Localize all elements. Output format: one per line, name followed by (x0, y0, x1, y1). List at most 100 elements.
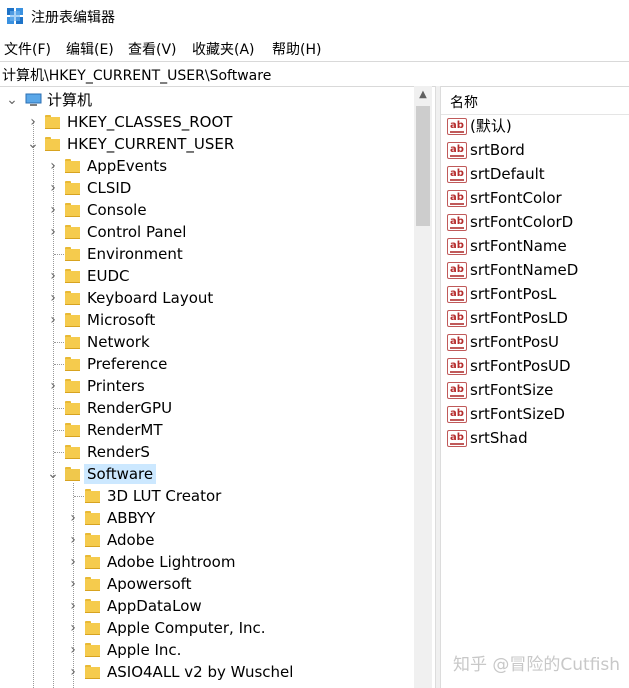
column-header-name[interactable]: 名称 (450, 92, 478, 112)
header-divider (441, 114, 629, 115)
menu-bar: 文件(F) 编辑(E) 查看(V) 收藏夹(A) 帮助(H) (0, 36, 629, 60)
string-value-icon: ab (447, 262, 467, 279)
value-name: srtFontSize (470, 381, 554, 399)
tree-guide-line (54, 430, 64, 431)
folder-icon (65, 423, 80, 437)
tree-node-label: Software (84, 464, 157, 484)
string-value-icon: ab (447, 190, 467, 207)
expand-chevron-icon[interactable]: › (45, 375, 61, 397)
value-name: srtFontNameD (470, 261, 579, 279)
tree-node-label: CLSID (87, 179, 132, 197)
value-name: srtFontPosL (470, 285, 557, 303)
tree-node-label: RenderGPU (87, 399, 173, 417)
menu-help[interactable]: 帮助(H) (272, 39, 321, 59)
scrollbar-thumb[interactable] (416, 106, 430, 226)
tree-guide-line (54, 364, 64, 365)
folder-icon (65, 159, 80, 173)
window-title: 注册表编辑器 (31, 10, 115, 26)
expand-chevron-icon[interactable]: › (45, 287, 61, 309)
expand-chevron-icon[interactable]: › (65, 661, 81, 683)
tree-guide-line (54, 452, 64, 453)
folder-icon (65, 357, 80, 371)
tree-node-label: ASIO4ALL v2 by Wuschel (107, 663, 294, 681)
address-bar[interactable]: 计算机\HKEY_CURRENT_USER\Software (0, 61, 629, 87)
values-list[interactable]: 名称 ab (默认) ab srtBord ab srtDefault ab srtFontC… (441, 86, 629, 688)
key-tree[interactable]: ⌄ 计算机 › HKEY_CLASSES_ROOT ⌄ HKEY_CURRENT… (0, 86, 435, 688)
string-value-icon-label: ab (450, 168, 464, 179)
string-value-icon-label: ab (450, 312, 464, 323)
tree-node-label: AppDataLow (107, 597, 202, 615)
string-value-icon-label: ab (450, 288, 464, 299)
collapse-chevron-icon[interactable]: ⌄ (45, 463, 61, 485)
string-value-icon-label: ab (450, 432, 464, 443)
expand-chevron-icon[interactable]: › (45, 177, 61, 199)
string-value-icon: ab (447, 430, 467, 447)
folder-icon (65, 445, 80, 459)
tree-node-label: Apple Computer, Inc. (107, 619, 266, 637)
folder-icon (85, 577, 100, 591)
folder-icon (65, 247, 80, 261)
tree-guide-line (33, 121, 34, 688)
string-value-icon-label: ab (450, 240, 464, 251)
expand-chevron-icon[interactable]: › (45, 221, 61, 243)
string-value-icon-label: ab (450, 384, 464, 395)
string-value-icon-label: ab (450, 192, 464, 203)
tree-node-label: Printers (87, 377, 145, 395)
string-value-icon-label: ab (450, 120, 464, 131)
expand-chevron-icon[interactable]: › (45, 309, 61, 331)
tree-node-label: Network (87, 333, 150, 351)
folder-icon (85, 511, 100, 525)
expand-chevron-icon[interactable]: › (65, 617, 81, 639)
expand-chevron-icon[interactable]: › (45, 155, 61, 177)
collapse-chevron-icon[interactable]: ⌄ (25, 133, 41, 155)
string-value-icon: ab (447, 214, 467, 231)
folder-icon (65, 467, 80, 481)
string-value-icon-label: ab (450, 216, 464, 227)
value-name: srtFontPosLD (470, 309, 568, 327)
tree-node-label: EUDC (87, 267, 130, 285)
menu-favorites[interactable]: 收藏夹(A) (192, 39, 255, 59)
expand-chevron-icon[interactable]: › (65, 551, 81, 573)
folder-icon (85, 555, 100, 569)
menu-file[interactable]: 文件(F) (4, 39, 51, 59)
tree-node-label: Console (87, 201, 147, 219)
value-name: srtDefault (470, 165, 545, 183)
string-value-icon: ab (447, 142, 467, 159)
string-value-icon: ab (447, 166, 467, 183)
tree-node-label: Adobe (107, 531, 155, 549)
registry-editor-icon (7, 8, 23, 24)
string-value-icon-label: ab (450, 360, 464, 371)
value-name: srtFontSizeD (470, 405, 565, 423)
menu-edit[interactable]: 编辑(E) (66, 39, 114, 59)
expand-chevron-icon[interactable]: › (65, 639, 81, 661)
expand-chevron-icon[interactable]: › (65, 573, 81, 595)
address-path[interactable]: 计算机\HKEY_CURRENT_USER\Software (2, 65, 271, 85)
scroll-up-arrow-icon[interactable]: ▲ (414, 86, 432, 104)
string-value-icon-label: ab (450, 264, 464, 275)
collapse-chevron-icon[interactable]: ⌄ (4, 89, 20, 111)
expand-chevron-icon[interactable]: › (65, 507, 81, 529)
value-name: srtFontPosU (470, 333, 560, 351)
string-value-icon: ab (447, 382, 467, 399)
expand-chevron-icon[interactable]: › (65, 595, 81, 617)
tree-node-label: Microsoft (87, 311, 156, 329)
tree-node-label: RenderMT (87, 421, 163, 439)
folder-icon (65, 225, 80, 239)
folder-icon (65, 269, 80, 283)
folder-icon (65, 379, 80, 393)
expand-chevron-icon[interactable]: › (65, 529, 81, 551)
folder-icon (45, 115, 60, 129)
string-value-icon: ab (447, 358, 467, 375)
folder-icon (85, 643, 100, 657)
menu-view[interactable]: 查看(V) (128, 39, 177, 59)
tree-node-label: Apple Inc. (107, 641, 182, 659)
string-value-icon: ab (447, 310, 467, 327)
tree-scrollbar[interactable]: ▲ (414, 86, 432, 688)
folder-icon (65, 313, 80, 327)
tree-guide-line (54, 342, 64, 343)
string-value-icon-label: ab (450, 336, 464, 347)
expand-chevron-icon[interactable]: › (45, 199, 61, 221)
string-value-icon: ab (447, 118, 467, 135)
expand-chevron-icon[interactable]: › (25, 111, 41, 133)
expand-chevron-icon[interactable]: › (45, 265, 61, 287)
